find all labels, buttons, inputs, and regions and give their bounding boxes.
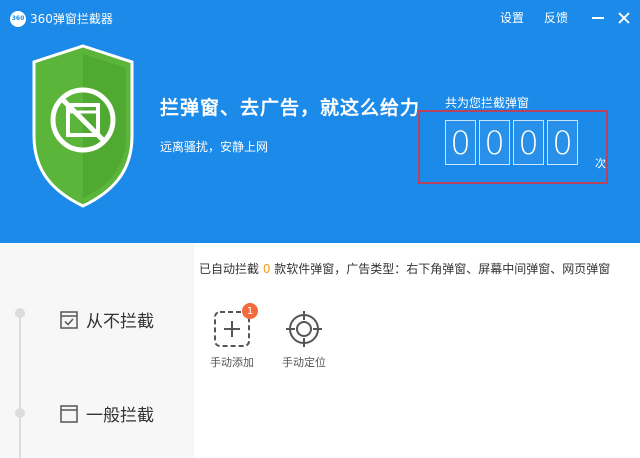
counter-digit: 0	[445, 120, 476, 165]
tool-label: 手动添加	[210, 356, 254, 369]
summary-prefix: 已自动拦截	[199, 262, 263, 276]
manual-locate-button[interactable]: 手动定位	[282, 310, 326, 370]
notification-badge: 1	[242, 303, 258, 319]
counter-digit: 0	[547, 120, 578, 165]
sidebar: 从不拦截 一般拦截	[0, 243, 194, 458]
header-banner: 360 360弹窗拦截器 设置 反馈 拦弹窗、去广告，就这么给力 远离骚扰，安静…	[0, 0, 640, 243]
headline: 拦弹窗、去广告，就这么给力	[160, 97, 421, 119]
summary-suffix: 款软件弹窗，广告类型：右下角弹窗、屏幕中间弹窗、网页弹窗	[270, 262, 611, 276]
counter-unit: 次	[595, 157, 606, 170]
shield-block-icon	[32, 44, 134, 208]
counter-digit: 0	[479, 120, 510, 165]
window-icon	[60, 404, 78, 423]
window-controls: 设置 反馈	[480, 9, 630, 26]
close-icon[interactable]	[618, 12, 630, 24]
feedback-link[interactable]: 反馈	[544, 9, 568, 26]
app-title: 360弹窗拦截器	[30, 12, 113, 26]
subline: 远离骚扰，安静上网	[160, 140, 269, 154]
counter-label: 共为您拦截弹窗	[445, 96, 530, 110]
tool-label: 手动定位	[282, 356, 326, 369]
minimize-icon[interactable]	[592, 16, 604, 19]
sidebar-item-label: 一般拦截	[86, 406, 154, 426]
checked-window-icon	[60, 310, 78, 329]
sidebar-item-label: 从不拦截	[86, 312, 154, 332]
timeline-dot	[15, 308, 25, 318]
timeline-track	[19, 308, 21, 458]
counter-digit: 0	[513, 120, 544, 165]
app-brand: 360 360弹窗拦截器	[10, 10, 113, 27]
block-summary: 已自动拦截 0 款软件弹窗，广告类型：右下角弹窗、屏幕中间弹窗、网页弹窗	[199, 260, 610, 277]
timeline-dot	[15, 408, 25, 418]
sidebar-item-never-block[interactable]: 从不拦截	[60, 307, 154, 332]
counter-digits: 0 0 0 0	[445, 120, 578, 165]
crosshair-icon	[286, 311, 322, 347]
manual-add-button[interactable]: 1 手动添加	[210, 303, 258, 370]
settings-link[interactable]: 设置	[500, 9, 524, 26]
sidebar-item-normal-block[interactable]: 一般拦截	[60, 401, 154, 426]
app-logo-icon: 360	[10, 10, 26, 27]
